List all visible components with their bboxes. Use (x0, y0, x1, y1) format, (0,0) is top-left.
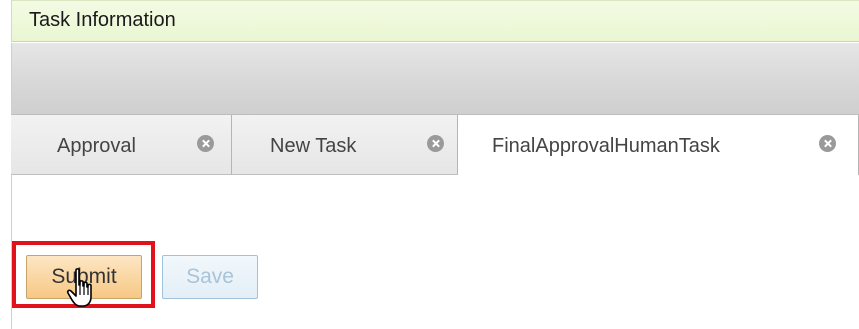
panel-title: Task Information (29, 9, 176, 31)
close-circle-icon[interactable] (197, 135, 214, 152)
toolbar (11, 43, 859, 115)
hand-pointer-icon (66, 268, 92, 307)
close-circle-icon[interactable] (427, 135, 444, 152)
tab-label: FinalApprovalHumanTask (492, 135, 720, 157)
panel-header: Task Information (11, 0, 859, 42)
tab-approval[interactable]: Approval (11, 115, 232, 174)
save-button[interactable]: Save (162, 255, 258, 299)
tab-label: New Task (270, 135, 357, 157)
close-circle-icon[interactable] (819, 135, 836, 152)
tab-final-approval-human-task[interactable]: FinalApprovalHumanTask (458, 115, 859, 175)
task-information-panel: Task Information Approval New Task Final… (0, 0, 859, 329)
tab-label: Approval (57, 135, 136, 157)
tab-strip: Approval New Task FinalApprovalHumanTask (11, 115, 859, 175)
tab-new-task[interactable]: New Task (232, 115, 458, 174)
